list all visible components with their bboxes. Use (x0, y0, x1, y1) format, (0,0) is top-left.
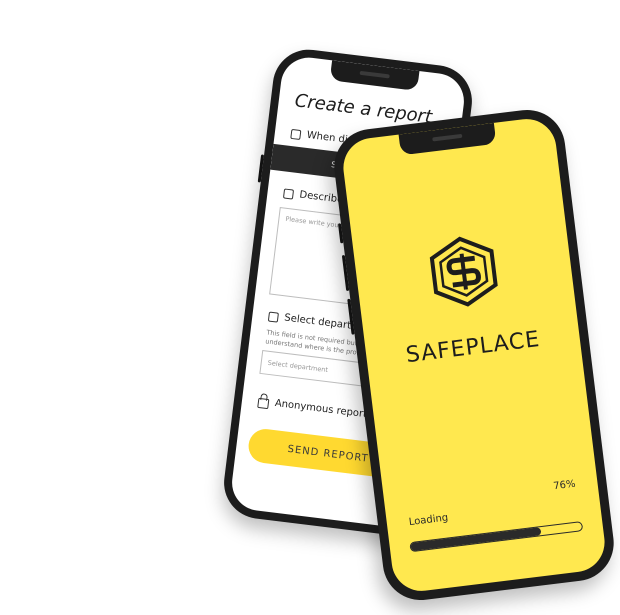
anonymous-row: Anonymous report (257, 394, 368, 421)
loading-label: Loading (408, 512, 449, 529)
progress-percent: 76% (552, 478, 577, 493)
phone-notch (398, 122, 497, 156)
loading-progress-bar (409, 521, 584, 553)
volume-button (257, 154, 265, 183)
department-placeholder: Select department (267, 358, 329, 375)
showcase-stage: Create a report When did it happen? SELE… (0, 0, 620, 615)
phone-notch (329, 60, 420, 91)
edit-icon (282, 187, 295, 200)
splash-screen: SAFEPLACE 76% Loading (340, 115, 608, 595)
shield-s-logo-icon (424, 232, 504, 312)
speaker (359, 70, 390, 79)
briefcase-icon (267, 311, 280, 323)
brand-name: SAFEPLACE (404, 326, 542, 369)
anonymous-label: Anonymous report (274, 397, 368, 420)
lock-icon (257, 397, 270, 410)
progress-fill (410, 527, 542, 552)
page-title: Create a report (293, 90, 434, 128)
speaker (432, 133, 463, 142)
calendar-icon (290, 128, 302, 140)
